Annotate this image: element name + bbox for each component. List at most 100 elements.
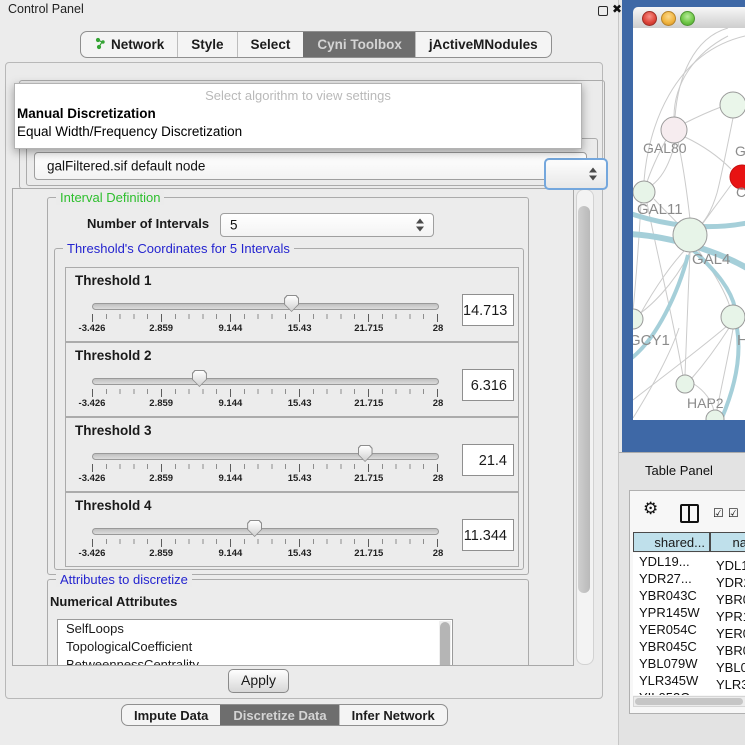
panel-scrollbar[interactable]	[576, 189, 594, 665]
node-label-h-partial: H	[737, 332, 745, 349]
column-header-shared-name[interactable]: shared...	[633, 532, 710, 552]
minimize-traffic-light[interactable]	[661, 11, 676, 26]
threshold-2-value-field[interactable]: 6.316	[462, 369, 514, 401]
node-label-c-partial: C	[736, 184, 745, 200]
algorithm-dropdown: Select algorithm to view settings Manual…	[14, 83, 582, 149]
node-partial-bottom[interactable]	[706, 410, 724, 420]
table-panel-title: Table Panel	[645, 463, 713, 478]
tick-marks-major	[92, 539, 438, 547]
threshold-2-label: Threshold 2	[75, 348, 152, 363]
threshold-4-slider-handle[interactable]	[247, 520, 262, 537]
tab-discretize-data[interactable]: Discretize Data	[220, 705, 338, 725]
slider-scale-labels: -3.426 2.859 9.144 15.43 21.715 28	[92, 323, 438, 334]
node-label-gal80: GAL80	[643, 140, 687, 156]
float-window-icon[interactable]	[598, 6, 608, 16]
gear-icon[interactable]: ⚙	[643, 500, 658, 517]
node-hap2[interactable]	[676, 375, 694, 393]
table-row[interactable]: YLR345WYLR3	[633, 672, 745, 689]
network-view-window: GAL80 G C GAL11 GAL4 GCY1 H HAP2	[622, 0, 745, 452]
node-h[interactable]	[721, 305, 745, 329]
table-row[interactable]: YER054CYER0	[633, 621, 745, 638]
table-row[interactable]: YIL052CYIL0	[633, 689, 745, 695]
table-data-value: galFiltered.sif default node	[47, 159, 205, 174]
apply-button[interactable]: Apply	[228, 669, 289, 693]
node-label-hap2: HAP2	[687, 395, 724, 411]
threshold-4-label: Threshold 4	[75, 498, 152, 513]
threshold-1-value-field[interactable]: 14.713	[462, 294, 514, 326]
column-header-name[interactable]: na	[710, 532, 745, 552]
tab-network[interactable]: Network	[81, 32, 177, 57]
tab-network-label: Network	[111, 37, 164, 52]
combo-stepper-icon	[415, 218, 425, 233]
thresholds-group-title: Threshold's Coordinates for 5 Intervals	[63, 241, 294, 256]
tick-marks-major	[92, 314, 438, 322]
algorithm-combobox[interactable]	[544, 158, 608, 190]
node-label-gal4: GAL4	[692, 251, 730, 268]
close-traffic-light[interactable]	[642, 11, 657, 26]
list-item[interactable]: TopologicalCoefficient	[58, 638, 452, 656]
slider-scale-labels: -3.426 2.859 9.144 15.43 21.715 28	[92, 473, 438, 484]
tab-style[interactable]: Style	[177, 32, 236, 57]
table-panel-inner: ⚙ ☑ ☑ shared... na YDL19...YDL1 YDR27...…	[629, 490, 745, 714]
cyni-bottom-tabbar: Impute Data Discretize Data Infer Networ…	[121, 704, 448, 726]
threshold-1-slider-handle[interactable]	[284, 295, 299, 312]
tab-impute-data[interactable]: Impute Data	[122, 705, 220, 725]
interval-definition-group: Interval Definition Number of Intervals …	[47, 197, 529, 575]
threshold-3-label: Threshold 3	[75, 423, 152, 438]
network-tab-icon	[94, 37, 106, 53]
network-window-titlebar[interactable]	[633, 7, 745, 29]
node-gal11[interactable]	[633, 181, 655, 203]
attributes-group: Attributes to discretize Numerical Attri…	[47, 579, 529, 666]
network-canvas[interactable]: GAL80 G C GAL11 GAL4 GCY1 H HAP2	[633, 28, 745, 420]
threshold-4-panel: Threshold 4 -3.426 2.859 9.144 15.43	[65, 492, 519, 567]
zoom-traffic-light[interactable]	[680, 11, 695, 26]
node-label-gal11: GAL11	[637, 201, 683, 218]
threshold-2-slider-handle[interactable]	[192, 370, 207, 387]
threshold-3-value-field[interactable]: 21.4	[462, 444, 514, 476]
tab-select[interactable]: Select	[237, 32, 304, 57]
table-row[interactable]: YDR27...YDR2	[633, 570, 745, 587]
control-panel-tabbar: Network Style Select Cyni Toolbox jActiv…	[80, 31, 552, 58]
settings-scroll-viewport: Interval Definition Number of Intervals …	[12, 188, 574, 666]
node-gal4[interactable]	[673, 218, 707, 252]
thresholds-group: Threshold's Coordinates for 5 Intervals …	[54, 248, 524, 570]
panel-scrollbar-thumb[interactable]	[578, 206, 590, 593]
table-row[interactable]: YBL079WYBL0	[633, 655, 745, 672]
table-row[interactable]: YPR145WYPR1	[633, 604, 745, 621]
table-row[interactable]: YBR045CYBR0	[633, 638, 745, 655]
num-intervals-label: Number of Intervals	[87, 216, 209, 231]
table-panel-header: Table Panel	[619, 452, 745, 489]
table-scrollbar-thumb[interactable]	[635, 698, 743, 705]
columns-icon[interactable]	[680, 504, 699, 523]
list-scrollbar-thumb[interactable]	[440, 622, 450, 666]
table-row[interactable]: YBR043CYBR0	[633, 587, 745, 604]
threshold-3-panel: Threshold 3 -3.426 2.859 9.144 15.43	[65, 417, 519, 492]
threshold-4-value-field[interactable]: 11.344	[462, 519, 514, 551]
table-data-combobox[interactable]: galFiltered.sif default node	[34, 152, 587, 180]
tick-marks-major	[92, 389, 438, 397]
numerical-attributes-list: SelfLoops TopologicalCoefficient Between…	[57, 619, 453, 666]
threshold-2-panel: Threshold 2 -3.426 2.859 9.144 15.43	[65, 342, 519, 417]
list-scrollbar[interactable]	[439, 621, 451, 666]
table-horizontal-scrollbar[interactable]	[633, 696, 745, 707]
node-label-gcy1: GCY1	[633, 332, 670, 349]
checkbox-icon[interactable]: ☑	[728, 506, 739, 520]
close-icon[interactable]: ✖	[612, 2, 622, 16]
list-item[interactable]: BetweennessCentrality	[58, 656, 452, 666]
dropdown-option-equal-width[interactable]: Equal Width/Frequency Discretization	[17, 124, 242, 139]
control-panel-window: Control Panel ✖ Network Style Select Cyn…	[0, 0, 619, 745]
tab-infer-network[interactable]: Infer Network	[339, 705, 447, 725]
screen: Control Panel ✖ Network Style Select Cyn…	[0, 0, 745, 745]
tab-cyni-toolbox[interactable]: Cyni Toolbox	[303, 32, 415, 57]
num-intervals-value: 5	[230, 218, 238, 233]
threshold-1-panel: Threshold 1 -3.426 2.859 9.144 15.43	[65, 267, 519, 342]
checkbox-icon[interactable]: ☑	[713, 506, 724, 520]
list-item[interactable]: SelfLoops	[58, 620, 452, 638]
node-g[interactable]	[720, 92, 745, 118]
num-intervals-combobox[interactable]: 5	[220, 213, 434, 237]
table-row[interactable]: YDL19...YDL1	[633, 553, 745, 570]
dropdown-option-manual[interactable]: Manual Discretization	[17, 106, 156, 121]
threshold-3-slider-handle[interactable]	[358, 445, 373, 462]
threshold-1-label: Threshold 1	[75, 273, 152, 288]
tab-jactivemnodules[interactable]: jActiveMNodules	[415, 32, 551, 57]
